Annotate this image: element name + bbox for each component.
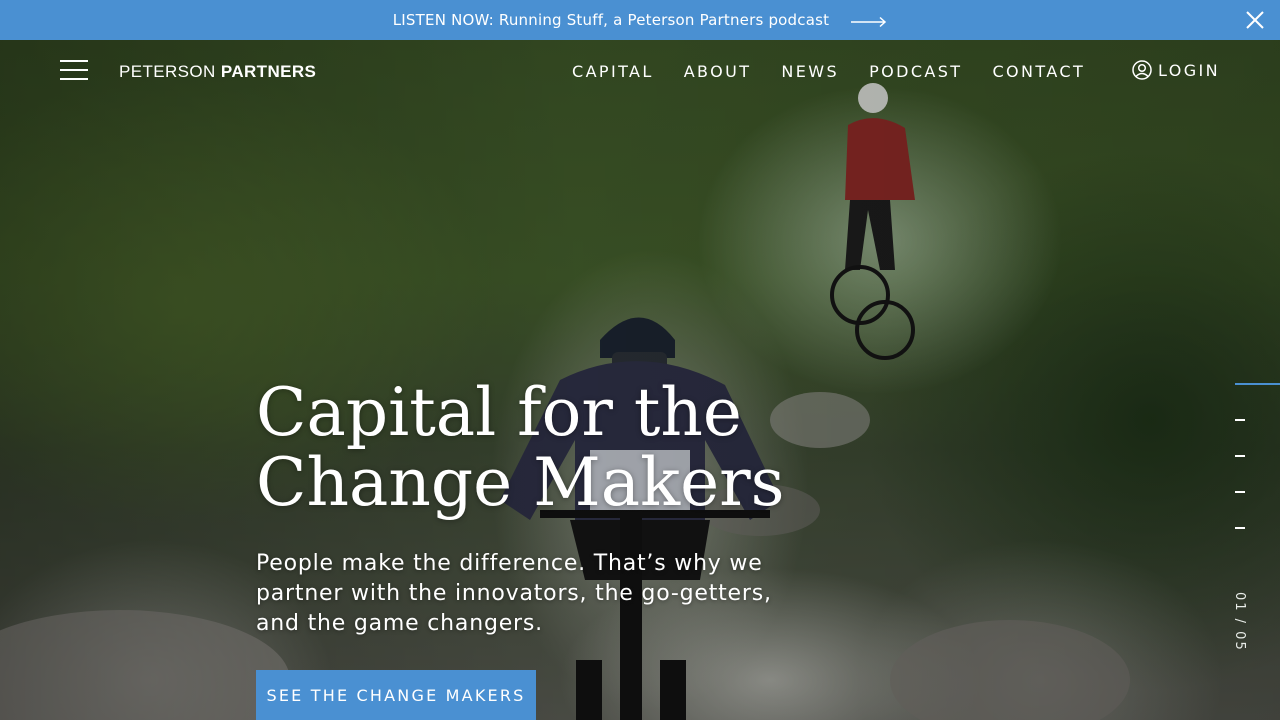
announcement-text[interactable]: LISTEN NOW: Running Stuff, a Peterson Pa… xyxy=(393,11,829,29)
slide-indicator-4[interactable] xyxy=(1235,491,1245,493)
slide-indicator-5[interactable] xyxy=(1235,527,1245,529)
site-header: PETERSON PARTNERS CAPITAL ABOUT NEWS POD… xyxy=(0,40,1280,102)
login-link[interactable]: LOGIN xyxy=(1132,60,1220,80)
hero-headline-line2: Change Makers xyxy=(256,444,785,521)
hamburger-menu-icon[interactable] xyxy=(60,60,88,82)
nav-item-podcast[interactable]: PODCAST xyxy=(869,62,962,81)
slide-counter: 01 / 05 xyxy=(1232,592,1247,652)
slide-indicator-3[interactable] xyxy=(1235,455,1245,457)
slide-indicator-1[interactable] xyxy=(1235,383,1280,385)
nav-item-about[interactable]: ABOUT xyxy=(684,62,752,81)
nav-item-capital[interactable]: CAPITAL xyxy=(572,62,654,81)
close-icon[interactable] xyxy=(1244,9,1266,31)
nav-item-news[interactable]: NEWS xyxy=(781,62,839,81)
see-change-makers-button[interactable]: SEE THE CHANGE MAKERS xyxy=(256,670,536,720)
hero-headline-line1: Capital for the xyxy=(256,374,742,451)
login-label: LOGIN xyxy=(1158,60,1221,80)
main-nav: CAPITAL ABOUT NEWS PODCAST CONTACT xyxy=(572,62,1115,81)
hero-subtext: People make the difference. That’s why w… xyxy=(256,551,772,636)
logo-text-bold: PARTNERS xyxy=(220,62,317,81)
hero-headline: Capital for the Change Makers xyxy=(256,378,816,518)
announcement-bar[interactable]: LISTEN NOW: Running Stuff, a Peterson Pa… xyxy=(0,0,1280,40)
long-arrow-right-icon[interactable] xyxy=(851,14,887,28)
slide-indicator-2[interactable] xyxy=(1235,419,1245,421)
logo-text-light: PETERSON xyxy=(119,62,216,81)
user-circle-icon xyxy=(1132,60,1152,80)
nav-item-contact[interactable]: CONTACT xyxy=(992,62,1085,81)
site-logo[interactable]: PETERSON PARTNERS xyxy=(119,62,316,82)
